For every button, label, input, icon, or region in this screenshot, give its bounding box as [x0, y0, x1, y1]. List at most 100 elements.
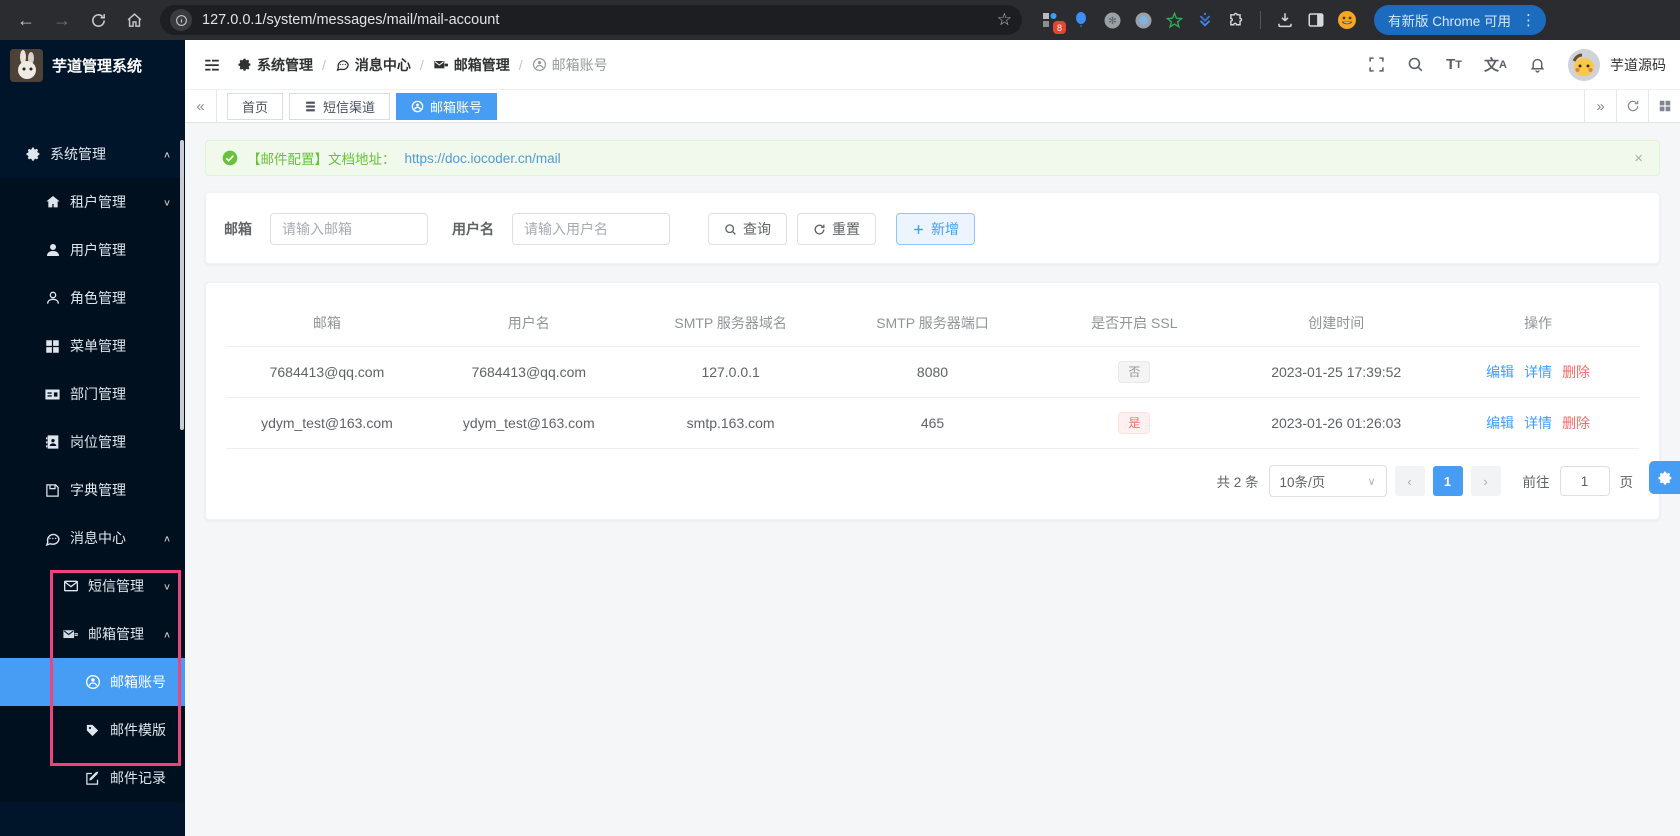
- email-label: 邮箱: [224, 221, 252, 237]
- username-input[interactable]: [512, 213, 670, 245]
- breadcrumb-label: 邮箱管理: [453, 56, 510, 73]
- tab-sms-channel[interactable]: 短信渠道: [289, 92, 391, 120]
- alert-close-icon[interactable]: ×: [1634, 150, 1643, 167]
- sidebar-item-mail-template[interactable]: 邮件模版: [0, 706, 185, 754]
- mail-account-table: 邮箱 用户名 SMTP 服务器域名 SMTP 服务器端口 是否开启 SSL 创建…: [205, 282, 1660, 520]
- table-row: 7684413@qq.com 7684413@qq.com 127.0.0.1 …: [226, 347, 1639, 398]
- cell-port: 465: [831, 398, 1034, 449]
- sidebar-item-label: 短信管理: [88, 578, 144, 594]
- query-label: 查询: [743, 221, 771, 237]
- detail-link[interactable]: 详情: [1524, 413, 1552, 433]
- tabs-scroll-right-icon[interactable]: »: [1584, 90, 1616, 122]
- column-header: 邮箱: [226, 301, 428, 347]
- sidebar-item-label: 邮箱账号: [110, 674, 166, 690]
- sms-channel-icon: [304, 100, 317, 113]
- sidebar-item-sms[interactable]: 短信管理 ∨: [0, 562, 185, 610]
- site-info-icon[interactable]: [170, 9, 192, 31]
- page-number-button[interactable]: 1: [1432, 466, 1463, 496]
- sidebar-item-tenant[interactable]: 租户管理 ∨: [0, 178, 185, 226]
- alert-doc-link[interactable]: https://doc.iocoder.cn/mail: [405, 151, 561, 166]
- chrome-update-button[interactable]: 有新版 Chrome 可用 ⋮: [1374, 5, 1547, 35]
- doc-alert: 【邮件配置】文档地址： https://doc.iocoder.cn/mail …: [205, 140, 1660, 176]
- app-title: 芋道管理系统: [52, 57, 143, 75]
- extension-balloon-icon[interactable]: [1071, 10, 1091, 30]
- sidebar-item-mail[interactable]: 邮箱管理 ∧: [0, 610, 185, 658]
- delete-link[interactable]: 删除: [1562, 362, 1590, 382]
- username[interactable]: 芋道源码: [1610, 55, 1666, 75]
- breadcrumb-item-mail[interactable]: 邮箱管理: [433, 55, 510, 75]
- reset-button[interactable]: 重置: [797, 213, 876, 245]
- next-page-button[interactable]: ›: [1470, 466, 1501, 496]
- tab-mail-account[interactable]: 邮箱账号: [396, 92, 498, 120]
- search-icon[interactable]: [1407, 56, 1424, 73]
- bell-icon[interactable]: [1529, 56, 1546, 73]
- sidebar-scrollbar[interactable]: [180, 140, 184, 430]
- theme-settings-button[interactable]: [1649, 461, 1680, 494]
- locale-icon[interactable]: 文A: [1484, 54, 1507, 75]
- address-bar[interactable]: 127.0.0.1/system/messages/mail/mail-acco…: [160, 5, 1022, 35]
- sidebar-item-post[interactable]: 岗位管理: [0, 418, 185, 466]
- sidebar-item-mail-account[interactable]: 邮箱账号: [0, 658, 185, 706]
- browser-menu-icon[interactable]: ⋮: [1517, 11, 1540, 29]
- extension-chevrons-icon[interactable]: [1195, 10, 1215, 30]
- sidebar-item-user[interactable]: 用户管理: [0, 226, 185, 274]
- column-header: 是否开启 SSL: [1033, 301, 1236, 347]
- column-header: SMTP 服务器域名: [629, 301, 832, 347]
- sidebar-item-message-center[interactable]: 消息中心 ∧: [0, 514, 185, 562]
- sidebar-fold-icon[interactable]: [199, 56, 225, 74]
- fullscreen-icon[interactable]: [1368, 56, 1385, 73]
- extension-gray-circle-icon[interactable]: ✻: [1102, 10, 1122, 30]
- sidebar-item-label: 邮箱管理: [88, 626, 144, 642]
- extension-dot-circle-icon[interactable]: [1133, 10, 1153, 30]
- reload-icon[interactable]: [82, 4, 114, 36]
- add-button[interactable]: 新增: [896, 213, 975, 245]
- sidebar-item-mail-log[interactable]: 邮件记录: [0, 754, 185, 802]
- cell-username: ydym_test@163.com: [427, 398, 630, 449]
- edit-link[interactable]: 编辑: [1486, 362, 1514, 382]
- tabs-scroll-left-icon[interactable]: «: [185, 90, 217, 122]
- font-size-icon[interactable]: TT: [1446, 56, 1462, 73]
- sidebar-item-label: 菜单管理: [70, 338, 126, 354]
- sidebar-item-dict[interactable]: 字典管理: [0, 466, 185, 514]
- extension-blocks-icon[interactable]: 8: [1040, 10, 1066, 34]
- breadcrumb-item-message[interactable]: 消息中心: [335, 55, 411, 75]
- circle-user-icon: [411, 100, 424, 113]
- cell-port: 8080: [831, 347, 1034, 398]
- tab-label: 首页: [242, 99, 269, 115]
- bookmark-star-icon[interactable]: ☆: [997, 10, 1012, 30]
- tabs-refresh-icon[interactable]: [1616, 90, 1648, 122]
- sidebar-item-role[interactable]: 角色管理: [0, 274, 185, 322]
- detail-link[interactable]: 详情: [1524, 362, 1552, 382]
- back-icon[interactable]: ←: [10, 4, 42, 36]
- user-avatar[interactable]: [1568, 48, 1600, 81]
- query-button[interactable]: 查询: [708, 213, 787, 245]
- circle-user-icon: [84, 674, 101, 690]
- tab-home[interactable]: 首页: [227, 92, 284, 120]
- side-panel-icon[interactable]: [1306, 10, 1326, 30]
- forward-icon[interactable]: →: [46, 4, 78, 36]
- svg-text:✻: ✻: [1108, 16, 1116, 27]
- extensions-puzzle-icon[interactable]: [1226, 10, 1246, 30]
- extension-green-star-icon[interactable]: [1164, 10, 1184, 30]
- sidebar-item-menu[interactable]: 菜单管理: [0, 322, 185, 370]
- sidebar-item-system[interactable]: 系统管理 ∧: [0, 130, 185, 178]
- breadcrumb-item-system[interactable]: 系统管理: [237, 55, 313, 75]
- email-input[interactable]: [270, 213, 428, 245]
- url-text[interactable]: 127.0.0.1/system/messages/mail/mail-acco…: [202, 12, 989, 28]
- sidebar-item-dept[interactable]: 部门管理: [0, 370, 185, 418]
- sidebar-item-label: 邮件模版: [110, 722, 166, 738]
- sidebar-header[interactable]: 芋道管理系统: [0, 40, 185, 90]
- page-size-select[interactable]: 10条/页 ∨: [1268, 465, 1387, 497]
- prev-page-button[interactable]: ‹: [1394, 466, 1425, 496]
- downloads-icon[interactable]: [1275, 10, 1295, 30]
- goto-page-input[interactable]: [1559, 466, 1610, 496]
- tabs-menu-icon[interactable]: [1648, 90, 1680, 122]
- breadcrumb-label: 消息中心: [354, 56, 411, 73]
- search-form: 邮箱 用户名 查询 重置 新增: [205, 192, 1660, 264]
- profile-emoji-icon[interactable]: [1337, 10, 1357, 30]
- mail-send-icon: [62, 626, 79, 643]
- home-icon[interactable]: [118, 4, 150, 36]
- chevron-down-icon: ∨: [162, 581, 171, 592]
- edit-link[interactable]: 编辑: [1486, 413, 1514, 433]
- delete-link[interactable]: 删除: [1562, 413, 1590, 433]
